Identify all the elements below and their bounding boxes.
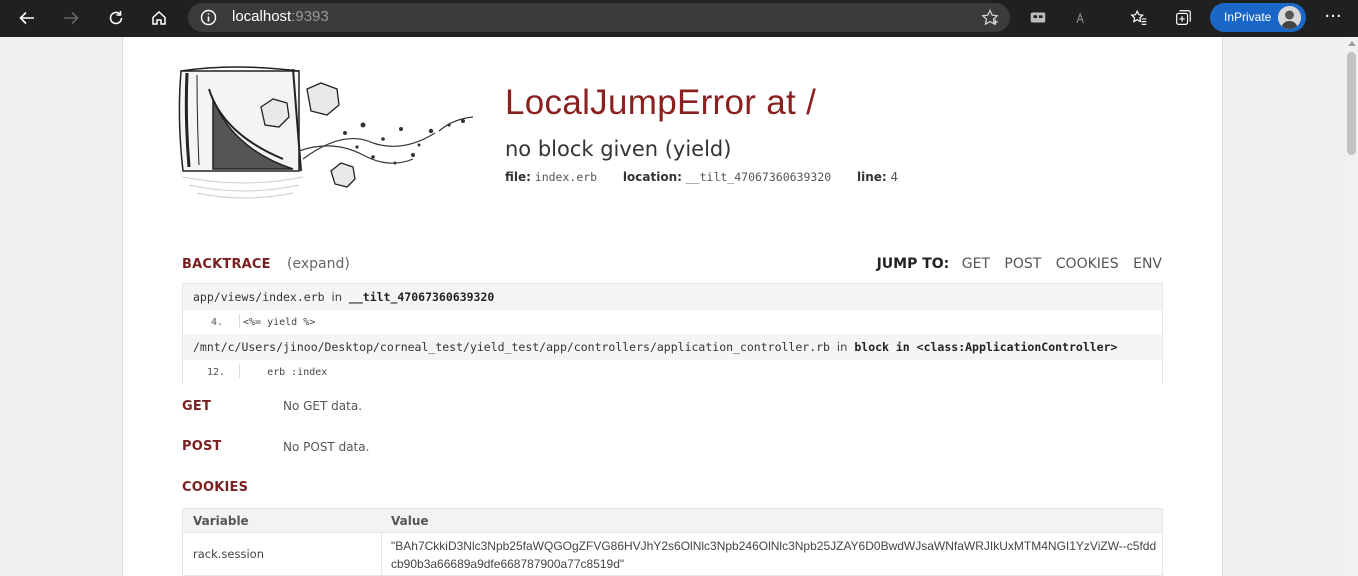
home-button[interactable] — [144, 4, 174, 32]
table-row: rack.session "BAh7CkkiD3Nlc3Npb25faWQGOg… — [183, 533, 1162, 575]
arrow-left-icon — [19, 11, 34, 25]
backtrace-frame-code: 4. <%= yield %> — [183, 310, 1162, 334]
cookie-value: "BAh7CkkiD3Nlc3Npb25faWQGOgZFVG86HVJhY2s… — [391, 539, 1157, 571]
expand-link[interactable]: (expand) — [287, 256, 350, 272]
line-label: line: — [857, 170, 887, 184]
jump-link-get[interactable]: GET — [962, 256, 990, 272]
error-page: LocalJumpError at / no block given (yiel… — [122, 37, 1223, 576]
backtrace-frame-file[interactable]: app/views/index.erb in __tilt_4706736063… — [183, 284, 1162, 310]
read-aloud-icon[interactable] — [1070, 7, 1092, 29]
error-title: LocalJumpError at / — [505, 83, 817, 122]
get-heading: GET — [182, 399, 212, 414]
arrow-right-icon — [64, 11, 79, 25]
column-header-value: Value — [391, 514, 429, 528]
refresh-button[interactable] — [101, 4, 131, 32]
url-text[interactable]: localhost:9393 — [232, 8, 329, 25]
backtrace-list: app/views/index.erb in __tilt_4706736063… — [182, 283, 1163, 384]
post-empty-text: No POST data. — [283, 440, 370, 454]
frame-file-path: /mnt/c/Users/jinoo/Desktop/corneal_test/… — [193, 340, 830, 354]
vertical-scrollbar[interactable] — [1345, 37, 1358, 576]
jump-link-cookies[interactable]: COOKIES — [1056, 256, 1119, 272]
more-menu-icon[interactable]: ··· — [1318, 4, 1348, 32]
info-icon[interactable] — [200, 9, 217, 26]
refresh-icon — [109, 11, 123, 25]
inprivate-profile-button[interactable]: InPrivate — [1210, 3, 1306, 32]
favorites-icon[interactable] — [1128, 7, 1150, 29]
favorites-star-icon[interactable] — [980, 8, 1000, 28]
line-number: 12. — [207, 367, 226, 378]
line-number: 4. — [211, 317, 224, 328]
jump-link-post[interactable]: POST — [1004, 256, 1041, 272]
home-icon — [152, 10, 166, 25]
post-heading: POST — [182, 439, 222, 454]
table-header: Variable Value — [183, 509, 1162, 533]
frame-in: in — [331, 290, 342, 304]
immersive-reader-icon[interactable] — [1027, 7, 1049, 29]
back-button[interactable] — [12, 4, 42, 32]
page-viewport: LocalJumpError at / no block given (yiel… — [0, 37, 1345, 576]
frame-file-path: app/views/index.erb — [193, 290, 325, 304]
error-illustration — [178, 66, 474, 199]
get-empty-text: No GET data. — [283, 399, 363, 413]
error-message: no block given (yield) — [505, 137, 732, 161]
location-label: location: — [622, 170, 682, 184]
column-header-variable: Variable — [193, 514, 249, 528]
address-bar[interactable]: localhost:9393 — [188, 3, 1010, 32]
jump-to-label: JUMP TO: — [876, 256, 950, 272]
frame-context: __tilt_47067360639320 — [348, 290, 495, 304]
inprivate-label: InPrivate — [1224, 10, 1272, 24]
code-line: erb :index — [239, 364, 327, 378]
jump-to-nav: JUMP TO: GET POST COOKIES ENV — [877, 256, 1162, 272]
backtrace-frame-file[interactable]: /mnt/c/Users/jinoo/Desktop/corneal_test/… — [183, 334, 1162, 360]
cookies-heading: COOKIES — [182, 480, 249, 495]
frame-in: in — [836, 340, 848, 354]
line-value: 4 — [890, 170, 899, 184]
backtrace-frame-code: 12. erb :index — [183, 360, 1162, 384]
location-value: __tilt_47067360639320 — [685, 170, 832, 184]
avatar — [1278, 6, 1301, 29]
collections-icon[interactable] — [1172, 7, 1194, 29]
error-meta: file: index.erb location: __tilt_4706736… — [505, 170, 920, 184]
cookies-table: Variable Value rack.session "BAh7CkkiD3N… — [182, 508, 1163, 576]
jump-link-env[interactable]: ENV — [1133, 256, 1162, 272]
file-label: file: — [505, 170, 531, 184]
frame-context: block in <class:ApplicationController> — [854, 340, 1118, 354]
cookie-variable: rack.session — [193, 547, 264, 561]
file-value: index.erb — [534, 170, 598, 184]
backtrace-heading: BACKTRACE — [182, 257, 271, 272]
code-line: <%= yield %> — [239, 314, 315, 328]
scrollbar-thumb[interactable] — [1347, 52, 1356, 155]
scroll-up-arrow-icon[interactable] — [1348, 41, 1356, 46]
forward-button[interactable] — [56, 4, 86, 32]
browser-toolbar: localhost:9393 InPrivate ··· — [0, 0, 1358, 37]
